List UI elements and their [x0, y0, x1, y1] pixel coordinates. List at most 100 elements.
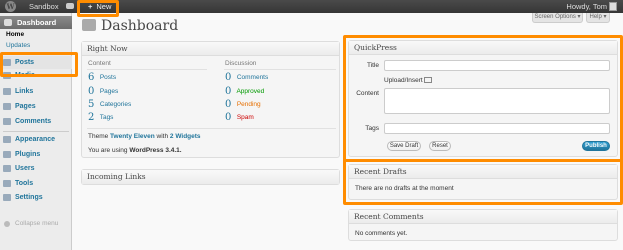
sidebar-item-label: Users [15, 165, 35, 172]
discussion-row-comments[interactable]: 0 Comments [225, 72, 268, 83]
sidebar-item-label: Pages [15, 103, 36, 110]
submenu-home[interactable]: Home [6, 31, 24, 38]
recent-comments-title[interactable]: Recent Comments [349, 210, 617, 224]
count: 0 [225, 99, 232, 110]
count: 5 [88, 99, 95, 110]
label: Pending [236, 101, 261, 108]
tags-label: Tags [365, 125, 379, 132]
collapse-label: Collapse menu [15, 220, 59, 227]
howdy-user-link[interactable]: Howdy, Tom [566, 2, 607, 11]
discussion-column-header: Discussion [225, 60, 257, 67]
count: 6 [88, 72, 95, 83]
divider [87, 69, 207, 70]
sidebar-item-label: Settings [15, 194, 43, 201]
discussion-row-approved[interactable]: 0 Approved [225, 86, 264, 97]
wordpress-logo-icon[interactable]: W [5, 1, 16, 12]
menu-separator [3, 52, 69, 53]
screen-options-label: Screen Options [534, 14, 576, 20]
new-content-button[interactable]: + New [81, 0, 118, 13]
count: 0 [225, 72, 232, 83]
discussion-row-pending[interactable]: 0 Pending [225, 99, 261, 110]
users-icon [3, 165, 11, 172]
content-row-pages[interactable]: 0 Pages [88, 86, 118, 97]
tags-input[interactable] [384, 123, 610, 134]
sidebar-item-label: Links [15, 88, 34, 95]
version-number: WordPress 3.4.1. [129, 147, 182, 154]
sidebar-item-links[interactable]: Links [0, 85, 72, 98]
collapse-arrow-icon [4, 221, 10, 227]
sidebar-item-plugins[interactable]: Plugins [0, 148, 72, 161]
right-now-panel: Right Now Content Discussion 6 Posts 0 P… [81, 41, 340, 158]
appearance-brush-icon [3, 136, 11, 143]
plus-icon: + [88, 2, 93, 11]
label: Tags [99, 114, 114, 121]
content-row-categories[interactable]: 5 Categories [88, 99, 131, 110]
submenu-updates[interactable]: Updates [6, 42, 30, 49]
theme-info: Theme Twenty Eleven with 2 Widgets [88, 133, 201, 140]
reset-button[interactable]: Reset [429, 141, 451, 151]
tools-icon [3, 180, 11, 187]
quickpress-title[interactable]: QuickPress [349, 41, 617, 55]
theme-link[interactable]: Twenty Eleven [110, 133, 155, 140]
count: 0 [88, 86, 95, 97]
sidebar-item-label: Plugins [15, 151, 41, 158]
recent-drafts-title[interactable]: Recent Drafts [349, 165, 617, 179]
dashboard-icon [4, 19, 12, 26]
label: Spam [236, 114, 254, 121]
quickpress-panel: QuickPress Title Upload/Insert Content T… [348, 40, 618, 157]
media-add-icon[interactable] [424, 77, 433, 83]
screen-options-tab[interactable]: Screen Options ▾ [532, 13, 583, 23]
upload-insert[interactable]: Upload/Insert [384, 77, 433, 84]
comments-icon [3, 118, 11, 125]
divider [224, 69, 336, 70]
label: Approved [236, 88, 265, 95]
avatar[interactable] [609, 2, 617, 11]
posts-pin-icon [3, 59, 11, 66]
sidebar-item-posts[interactable]: Posts [0, 56, 72, 69]
admin-bar: W Sandbox + New Howdy, Tom [0, 0, 623, 13]
recent-comments-panel: Recent Comments No comments yet. [348, 209, 618, 241]
content-row-tags[interactable]: 2 Tags [88, 112, 113, 123]
collapse-menu-button[interactable]: Collapse menu [0, 220, 58, 227]
sidebar-item-comments[interactable]: Comments [0, 115, 72, 128]
sidebar-item-users[interactable]: Users [0, 162, 72, 175]
widgets-link[interactable]: 2 Widgets [170, 133, 201, 140]
label: Categories [99, 101, 132, 108]
no-drafts-message: There are no drafts at the moment [355, 185, 454, 192]
label: Posts [99, 74, 117, 81]
upload-insert-label: Upload/Insert [384, 77, 423, 84]
sidebar-item-label: Posts [15, 59, 35, 66]
sidebar-item-dashboard[interactable]: Dashboard [0, 16, 72, 29]
content-textarea[interactable] [384, 88, 610, 114]
page-title-text: Dashboard [101, 18, 179, 34]
divider [87, 128, 336, 129]
incoming-links-title[interactable]: Incoming Links [82, 170, 339, 184]
settings-icon [3, 194, 11, 201]
sidebar-item-pages[interactable]: Pages [0, 100, 72, 113]
plugins-icon [3, 151, 11, 158]
content-row-posts[interactable]: 6 Posts [88, 72, 116, 83]
comments-bubble-icon[interactable] [66, 3, 74, 9]
theme-prefix: Theme [88, 133, 109, 140]
title-label: Title [366, 62, 379, 69]
count: 0 [225, 86, 232, 97]
site-name-link[interactable]: Sandbox [29, 2, 59, 11]
sidebar-item-media[interactable]: Media [0, 69, 72, 82]
sidebar-item-settings[interactable]: Settings [0, 191, 72, 204]
publish-button[interactable]: Publish [582, 141, 610, 151]
help-label: Help [589, 14, 602, 20]
dashboard-home-icon [82, 19, 96, 31]
label: Pages [99, 88, 119, 95]
sidebar-item-label: Appearance [15, 136, 56, 143]
discussion-row-spam[interactable]: 0 Spam [225, 112, 254, 123]
help-tab[interactable]: Help ▾ [586, 13, 610, 23]
sidebar-item-tools[interactable]: Tools [0, 177, 72, 190]
title-input[interactable] [384, 60, 610, 71]
content-column-header: Content [88, 60, 111, 67]
sidebar-item-appearance[interactable]: Appearance [0, 133, 72, 146]
no-comments-message: No comments yet. [355, 230, 408, 237]
count: 0 [225, 112, 232, 123]
save-draft-button[interactable]: Save Draft [387, 141, 421, 151]
right-now-title[interactable]: Right Now [82, 42, 339, 56]
version-prefix: You are using [88, 147, 128, 154]
